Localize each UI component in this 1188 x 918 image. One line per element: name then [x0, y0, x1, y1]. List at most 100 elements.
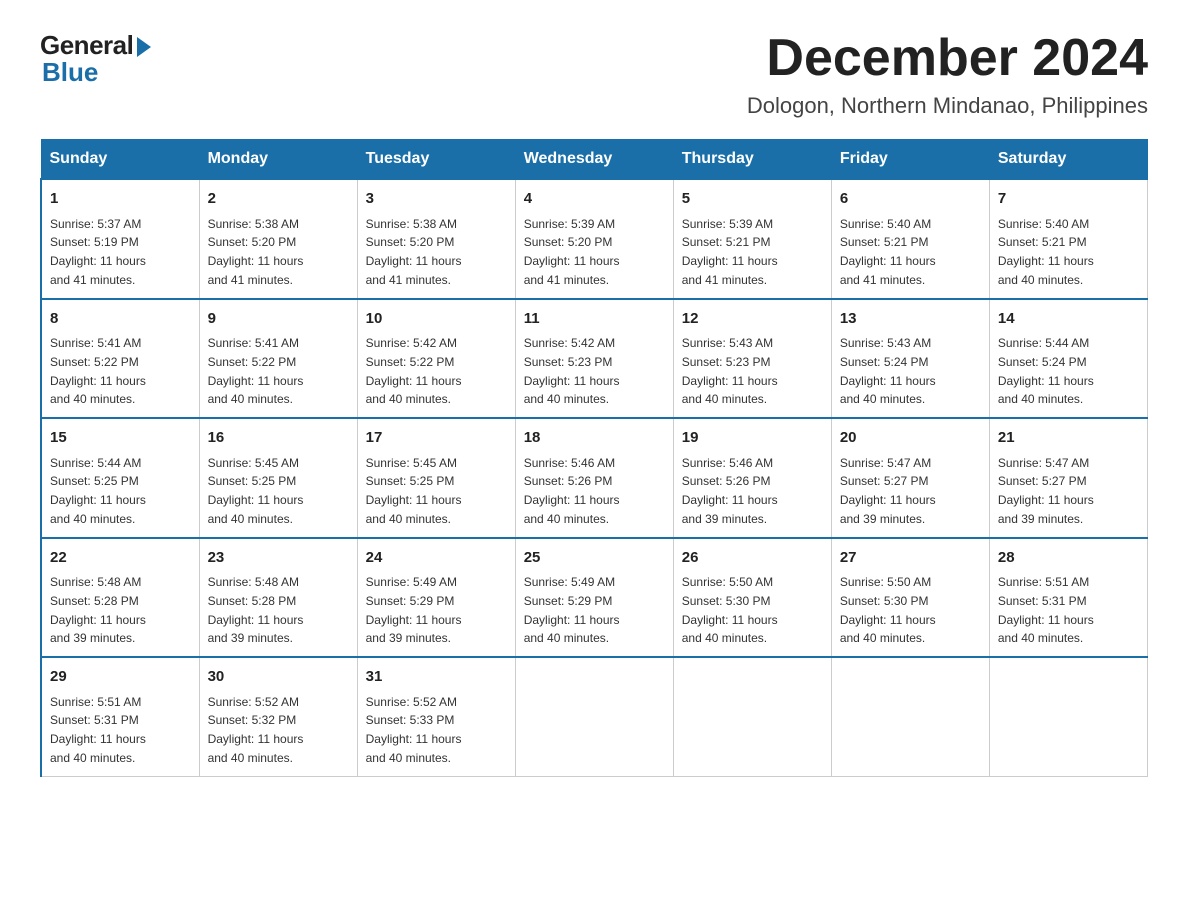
- calendar-cell: 14 Sunrise: 5:44 AMSunset: 5:24 PMDayligh…: [989, 299, 1147, 419]
- day-number: 31: [366, 666, 507, 689]
- day-info: Sunrise: 5:50 AMSunset: 5:30 PMDaylight:…: [840, 575, 936, 645]
- day-number: 18: [524, 427, 665, 450]
- calendar-cell: 3 Sunrise: 5:38 AMSunset: 5:20 PMDaylight…: [357, 179, 515, 299]
- calendar-cell: 29 Sunrise: 5:51 AMSunset: 5:31 PMDayligh…: [41, 657, 199, 776]
- header-monday: Monday: [199, 140, 357, 180]
- calendar-cell: 5Sunrise: 5:39 AMSunset: 5:21 PMDaylight…: [673, 179, 831, 299]
- day-info: Sunrise: 5:44 AMSunset: 5:24 PMDaylight:…: [998, 336, 1094, 406]
- page-header: General Blue December 2024 Dologon, Nort…: [40, 30, 1148, 119]
- calendar-cell: 13Sunrise: 5:43 AMSunset: 5:24 PMDayligh…: [831, 299, 989, 419]
- day-number: 29: [50, 666, 191, 689]
- day-number: 8: [50, 308, 191, 331]
- day-info: Sunrise: 5:48 AMSunset: 5:28 PMDaylight:…: [50, 575, 146, 645]
- day-number: 17: [366, 427, 507, 450]
- day-info: Sunrise: 5:42 AMSunset: 5:22 PMDaylight:…: [366, 336, 462, 406]
- calendar-cell: 25Sunrise: 5:49 AMSunset: 5:29 PMDayligh…: [515, 538, 673, 658]
- header-tuesday: Tuesday: [357, 140, 515, 180]
- calendar-cell: 20 Sunrise: 5:47 AMSunset: 5:27 PMDayligh…: [831, 418, 989, 538]
- day-info: Sunrise: 5:42 AMSunset: 5:23 PMDaylight:…: [524, 336, 620, 406]
- day-number: 10: [366, 308, 507, 331]
- calendar-cell: 8 Sunrise: 5:41 AMSunset: 5:22 PMDaylight…: [41, 299, 199, 419]
- day-number: 30: [208, 666, 349, 689]
- logo-blue-text: Blue: [40, 57, 98, 88]
- calendar-cell: 11 Sunrise: 5:42 AMSunset: 5:23 PMDayligh…: [515, 299, 673, 419]
- month-title: December 2024: [747, 30, 1148, 87]
- calendar-cell: 23 Sunrise: 5:48 AMSunset: 5:28 PMDayligh…: [199, 538, 357, 658]
- day-number: 13: [840, 308, 981, 331]
- day-info: Sunrise: 5:43 AMSunset: 5:23 PMDaylight:…: [682, 336, 778, 406]
- day-number: 20: [840, 427, 981, 450]
- day-info: Sunrise: 5:45 AMSunset: 5:25 PMDaylight:…: [208, 456, 304, 526]
- day-info: Sunrise: 5:40 AMSunset: 5:21 PMDaylight:…: [840, 217, 936, 287]
- day-info: Sunrise: 5:47 AMSunset: 5:27 PMDaylight:…: [998, 456, 1094, 526]
- calendar-cell: 27 Sunrise: 5:50 AMSunset: 5:30 PMDayligh…: [831, 538, 989, 658]
- calendar-cell: 19 Sunrise: 5:46 AMSunset: 5:26 PMDayligh…: [673, 418, 831, 538]
- day-number: 1: [50, 188, 191, 211]
- day-number: 21: [998, 427, 1139, 450]
- day-info: Sunrise: 5:50 AMSunset: 5:30 PMDaylight:…: [682, 575, 778, 645]
- calendar-cell: 4Sunrise: 5:39 AMSunset: 5:20 PMDaylight…: [515, 179, 673, 299]
- day-info: Sunrise: 5:40 AMSunset: 5:21 PMDaylight:…: [998, 217, 1094, 287]
- day-info: Sunrise: 5:51 AMSunset: 5:31 PMDaylight:…: [50, 695, 146, 765]
- header-sunday: Sunday: [41, 140, 199, 180]
- calendar-cell: 7 Sunrise: 5:40 AMSunset: 5:21 PMDaylight…: [989, 179, 1147, 299]
- day-number: 7: [998, 188, 1139, 211]
- calendar-cell: 12Sunrise: 5:43 AMSunset: 5:23 PMDayligh…: [673, 299, 831, 419]
- calendar-cell: 31 Sunrise: 5:52 AMSunset: 5:33 PMDayligh…: [357, 657, 515, 776]
- calendar-cell: [989, 657, 1147, 776]
- day-number: 28: [998, 547, 1139, 570]
- day-info: Sunrise: 5:46 AMSunset: 5:26 PMDaylight:…: [682, 456, 778, 526]
- day-info: Sunrise: 5:46 AMSunset: 5:26 PMDaylight:…: [524, 456, 620, 526]
- header-wednesday: Wednesday: [515, 140, 673, 180]
- calendar-header-row: SundayMondayTuesdayWednesdayThursdayFrid…: [41, 140, 1148, 180]
- day-info: Sunrise: 5:38 AMSunset: 5:20 PMDaylight:…: [208, 217, 304, 287]
- calendar-cell: [515, 657, 673, 776]
- calendar-cell: 16 Sunrise: 5:45 AMSunset: 5:25 PMDayligh…: [199, 418, 357, 538]
- day-number: 5: [682, 188, 823, 211]
- calendar-cell: 2 Sunrise: 5:38 AMSunset: 5:20 PMDaylight…: [199, 179, 357, 299]
- day-info: Sunrise: 5:52 AMSunset: 5:33 PMDaylight:…: [366, 695, 462, 765]
- calendar-cell: 26Sunrise: 5:50 AMSunset: 5:30 PMDayligh…: [673, 538, 831, 658]
- day-number: 6: [840, 188, 981, 211]
- day-info: Sunrise: 5:47 AMSunset: 5:27 PMDaylight:…: [840, 456, 936, 526]
- header-thursday: Thursday: [673, 140, 831, 180]
- day-number: 3: [366, 188, 507, 211]
- day-number: 16: [208, 427, 349, 450]
- logo-triangle-icon: [137, 37, 151, 57]
- day-number: 24: [366, 547, 507, 570]
- day-info: Sunrise: 5:52 AMSunset: 5:32 PMDaylight:…: [208, 695, 304, 765]
- day-number: 22: [50, 547, 191, 570]
- calendar-cell: [673, 657, 831, 776]
- day-number: 14: [998, 308, 1139, 331]
- day-number: 23: [208, 547, 349, 570]
- day-info: Sunrise: 5:49 AMSunset: 5:29 PMDaylight:…: [366, 575, 462, 645]
- day-info: Sunrise: 5:45 AMSunset: 5:25 PMDaylight:…: [366, 456, 462, 526]
- calendar-week-row: 15Sunrise: 5:44 AMSunset: 5:25 PMDayligh…: [41, 418, 1148, 538]
- calendar-week-row: 8 Sunrise: 5:41 AMSunset: 5:22 PMDaylight…: [41, 299, 1148, 419]
- calendar-cell: 17 Sunrise: 5:45 AMSunset: 5:25 PMDayligh…: [357, 418, 515, 538]
- day-info: Sunrise: 5:41 AMSunset: 5:22 PMDaylight:…: [208, 336, 304, 406]
- calendar-cell: 28 Sunrise: 5:51 AMSunset: 5:31 PMDayligh…: [989, 538, 1147, 658]
- day-number: 19: [682, 427, 823, 450]
- calendar-week-row: 1Sunrise: 5:37 AMSunset: 5:19 PMDaylight…: [41, 179, 1148, 299]
- day-number: 2: [208, 188, 349, 211]
- day-info: Sunrise: 5:38 AMSunset: 5:20 PMDaylight:…: [366, 217, 462, 287]
- day-number: 15: [50, 427, 191, 450]
- day-info: Sunrise: 5:49 AMSunset: 5:29 PMDaylight:…: [524, 575, 620, 645]
- day-info: Sunrise: 5:41 AMSunset: 5:22 PMDaylight:…: [50, 336, 146, 406]
- day-info: Sunrise: 5:51 AMSunset: 5:31 PMDaylight:…: [998, 575, 1094, 645]
- calendar-cell: 30 Sunrise: 5:52 AMSunset: 5:32 PMDayligh…: [199, 657, 357, 776]
- day-info: Sunrise: 5:48 AMSunset: 5:28 PMDaylight:…: [208, 575, 304, 645]
- calendar-cell: 15Sunrise: 5:44 AMSunset: 5:25 PMDayligh…: [41, 418, 199, 538]
- day-number: 11: [524, 308, 665, 331]
- location-subtitle: Dologon, Northern Mindanao, Philippines: [747, 93, 1148, 119]
- header-friday: Friday: [831, 140, 989, 180]
- header-saturday: Saturday: [989, 140, 1147, 180]
- day-number: 4: [524, 188, 665, 211]
- calendar-cell: 6 Sunrise: 5:40 AMSunset: 5:21 PMDaylight…: [831, 179, 989, 299]
- calendar-cell: 24 Sunrise: 5:49 AMSunset: 5:29 PMDayligh…: [357, 538, 515, 658]
- calendar-week-row: 22 Sunrise: 5:48 AMSunset: 5:28 PMDayligh…: [41, 538, 1148, 658]
- day-number: 27: [840, 547, 981, 570]
- calendar-cell: 1Sunrise: 5:37 AMSunset: 5:19 PMDaylight…: [41, 179, 199, 299]
- calendar-week-row: 29 Sunrise: 5:51 AMSunset: 5:31 PMDayligh…: [41, 657, 1148, 776]
